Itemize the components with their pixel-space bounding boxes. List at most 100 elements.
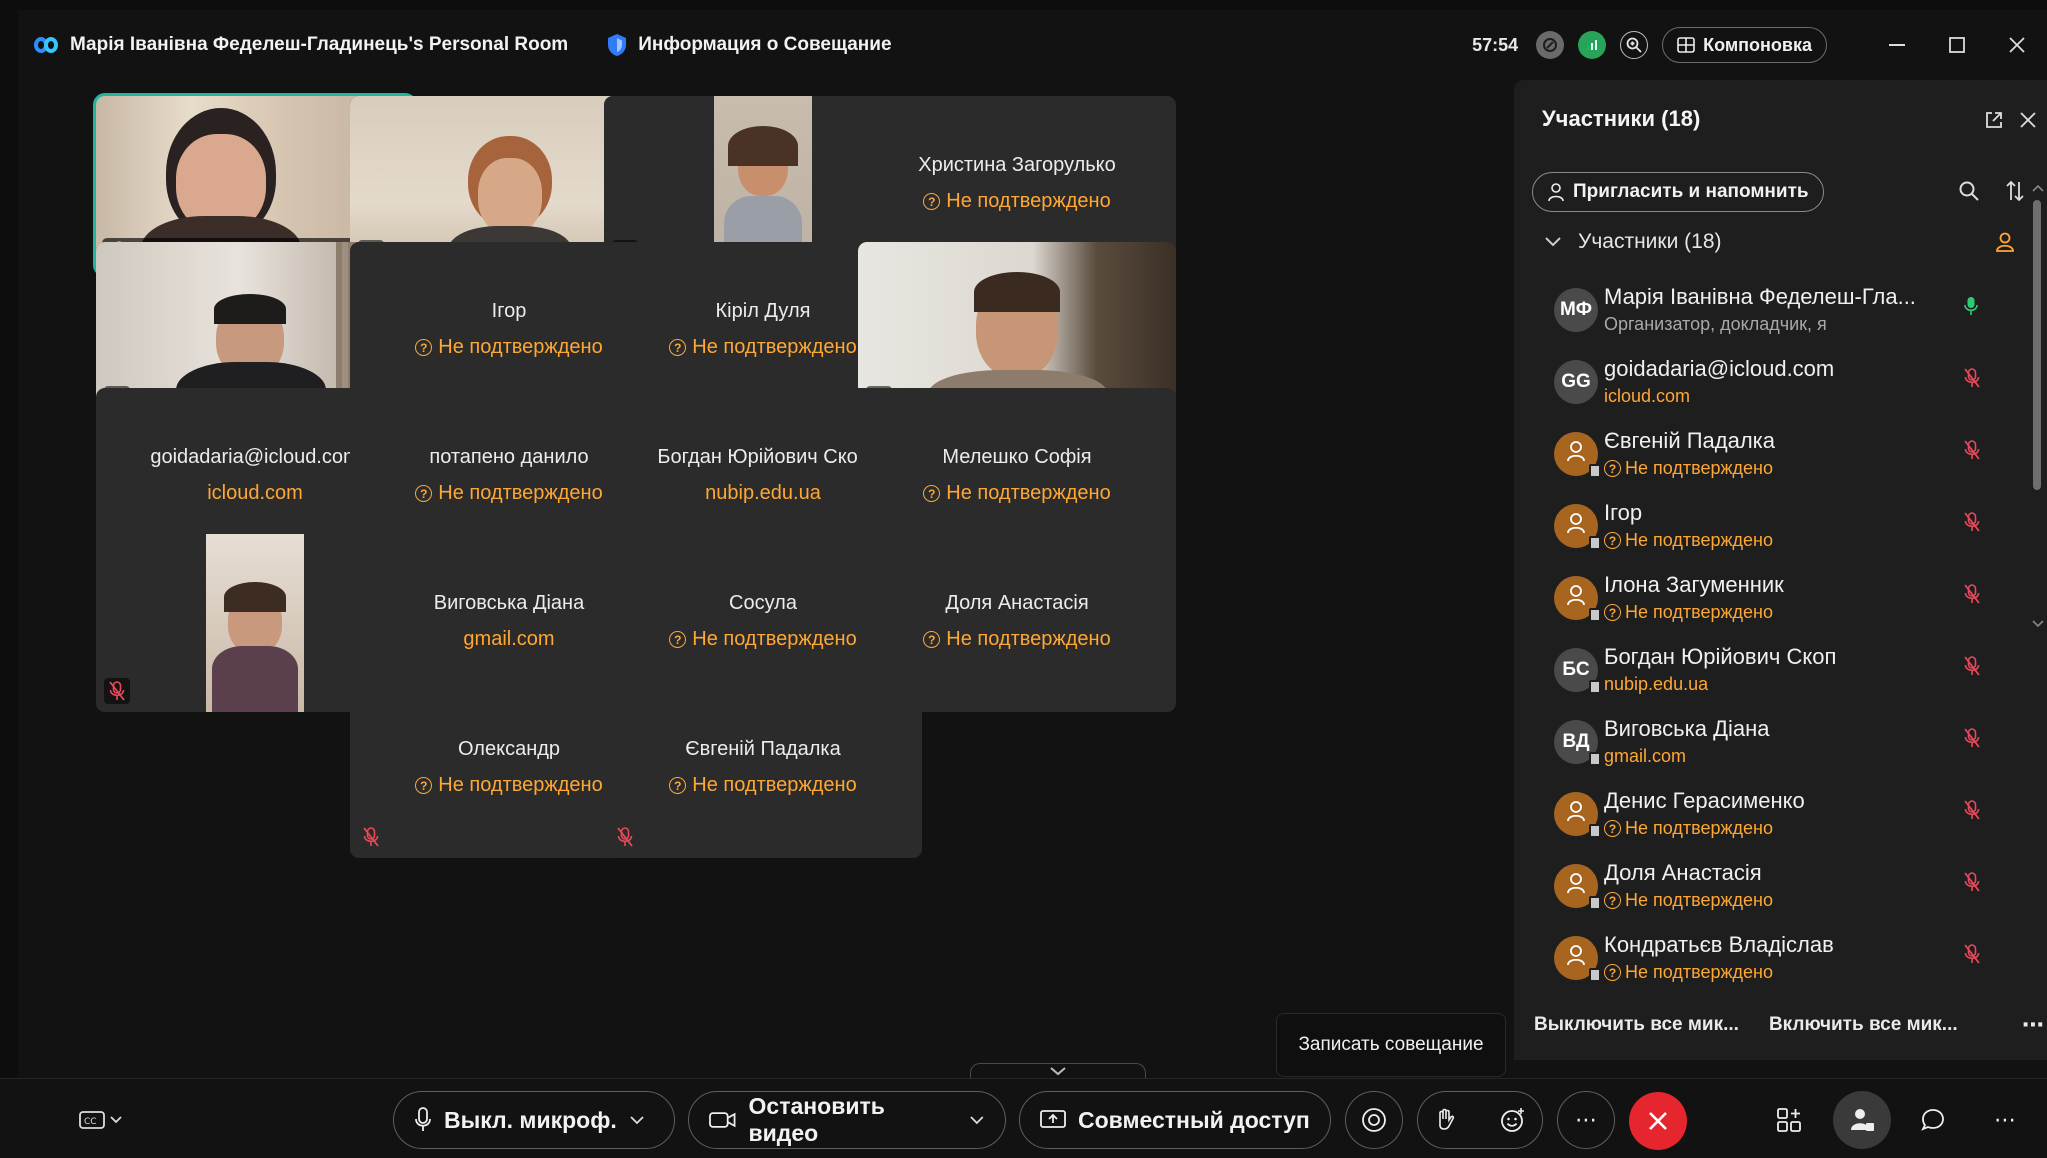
chat-icon bbox=[1921, 1109, 1944, 1131]
question-icon: ? bbox=[1604, 532, 1621, 549]
muted-mic-icon bbox=[104, 678, 130, 704]
participant-status-text: Не подтверждено bbox=[1625, 962, 1774, 982]
participants-scrollbar[interactable] bbox=[2033, 200, 2041, 612]
video-tile[interactable]: Євгеній Падалка? Не подтверждено bbox=[604, 680, 922, 858]
device-icon bbox=[1589, 680, 1601, 694]
scrollbar-thumb[interactable] bbox=[2033, 200, 2041, 490]
question-icon: ? bbox=[1604, 460, 1621, 477]
participants-section-header[interactable]: Участники (18) bbox=[1544, 230, 1722, 254]
mute-button[interactable]: Выкл. микроф. bbox=[393, 1091, 675, 1149]
muted-mic-icon[interactable] bbox=[1964, 656, 1984, 680]
participant-row[interactable]: Ілона Загуменник? Не подтверждено bbox=[1514, 566, 2034, 638]
participant-name: Ілона Загуменник bbox=[1604, 572, 1784, 597]
muted-mic-icon[interactable] bbox=[1964, 944, 1984, 968]
person-icon bbox=[1565, 943, 1587, 973]
participant-status-text: Не подтверждено bbox=[1625, 530, 1774, 550]
tile-name: Мелешко Софія bbox=[942, 446, 1092, 468]
stop-video-button[interactable]: Остановить видео bbox=[688, 1091, 1006, 1149]
meeting-info-link[interactable]: Информация о Совещание bbox=[638, 34, 891, 56]
close-window-button[interactable] bbox=[1987, 10, 2047, 80]
shield-icon[interactable] bbox=[606, 33, 628, 57]
invite-remind-button[interactable]: Пригласить и напомнить bbox=[1532, 172, 1824, 212]
unmute-all-button[interactable]: Включить все мик... bbox=[1769, 1014, 1958, 1036]
device-icon bbox=[1589, 968, 1601, 982]
more-options-icon[interactable]: ⋯ bbox=[2022, 1012, 2044, 1038]
device-icon bbox=[1589, 608, 1601, 622]
close-icon bbox=[2009, 37, 2025, 53]
question-icon: ? bbox=[415, 339, 433, 356]
more-menu-button[interactable]: ⋯ bbox=[1976, 1091, 2034, 1149]
chevron-down-icon[interactable] bbox=[969, 1115, 985, 1125]
minimize-button[interactable] bbox=[1867, 10, 1927, 80]
svg-text:CC: CC bbox=[84, 1117, 97, 1127]
muted-mic-icon[interactable] bbox=[1964, 512, 1984, 536]
more-actions-button[interactable]: ⋯ bbox=[1557, 1091, 1615, 1149]
zoom-icon[interactable] bbox=[1620, 31, 1649, 59]
participant-row[interactable]: Євгеній Падалка? Не подтверждено bbox=[1514, 422, 2034, 494]
record-icon bbox=[1362, 1108, 1386, 1132]
layout-label: Компоновка bbox=[1703, 34, 1812, 55]
share-button[interactable]: Совместный доступ bbox=[1019, 1091, 1331, 1149]
participants-button[interactable] bbox=[1833, 1091, 1891, 1149]
tile-status-text: Не подтверждено bbox=[438, 336, 603, 358]
muted-mic-icon[interactable] bbox=[1964, 800, 1984, 824]
raise-hand-icon[interactable] bbox=[1435, 1108, 1455, 1132]
mute-label: Выкл. микроф. bbox=[444, 1106, 617, 1133]
muted-mic-icon[interactable] bbox=[1964, 872, 1984, 896]
avatar bbox=[1554, 792, 1601, 838]
participant-row[interactable]: Денис Герасименко? Не подтверждено bbox=[1514, 782, 2034, 854]
connection-icon[interactable] bbox=[1536, 31, 1565, 59]
end-meeting-button[interactable] bbox=[1629, 1092, 1687, 1150]
participant-row[interactable]: Доля Анастасія? Не подтверждено bbox=[1514, 854, 2034, 926]
tile-status-text: gmail.com bbox=[463, 628, 555, 650]
chat-button[interactable] bbox=[1904, 1091, 1962, 1149]
participant-row[interactable]: GG goidadaria@icloud.com icloud.com bbox=[1514, 350, 2034, 422]
participant-status-text: nubip.edu.ua bbox=[1604, 674, 1709, 694]
emoji-reaction-icon[interactable] bbox=[1500, 1107, 1526, 1133]
muted-mic-icon[interactable] bbox=[1964, 728, 1984, 752]
apps-button[interactable] bbox=[1760, 1091, 1818, 1149]
avatar-initials: МФ bbox=[1559, 299, 1593, 320]
muted-mic-icon bbox=[358, 824, 384, 850]
microphone-on-icon[interactable] bbox=[1964, 296, 1984, 320]
participants-list: МФ Марія Іванівна Феделеш-Гла... Организат… bbox=[1514, 278, 2034, 998]
muted-mic-icon[interactable] bbox=[1964, 584, 1984, 608]
tile-name: Христина Загорулько bbox=[918, 154, 1116, 176]
maximize-button[interactable] bbox=[1927, 10, 1987, 80]
search-icon[interactable] bbox=[1958, 180, 1980, 202]
question-icon: ? bbox=[415, 485, 433, 502]
apps-icon bbox=[1777, 1108, 1801, 1132]
scroll-down-icon[interactable] bbox=[2032, 620, 2044, 628]
participant-row[interactable]: ВД Виговська Діана gmail.com bbox=[1514, 710, 2034, 782]
question-icon: ? bbox=[923, 485, 941, 502]
share-screen-icon bbox=[1040, 1110, 1066, 1128]
participant-row[interactable]: МФ Марія Іванівна Феделеш-Гла... Организат… bbox=[1514, 278, 2034, 350]
chevron-down-icon[interactable] bbox=[629, 1115, 645, 1125]
avatar: БС bbox=[1554, 648, 1601, 694]
network-health-icon[interactable] bbox=[1578, 31, 1607, 59]
participant-status: ? Не подтверждено bbox=[1604, 962, 1773, 983]
participant-status: icloud.com bbox=[1604, 386, 1690, 407]
participant-status-text: Не подтверждено bbox=[1625, 890, 1774, 910]
captions-button[interactable]: CC bbox=[60, 1091, 140, 1149]
participant-row[interactable]: Ігор? Не подтверждено bbox=[1514, 494, 2034, 566]
pop-out-icon[interactable] bbox=[1984, 110, 2004, 130]
muted-mic-icon[interactable] bbox=[1964, 440, 1984, 464]
muted-mic-icon[interactable] bbox=[1964, 368, 1984, 392]
participant-row[interactable]: Кондратьєв Владіслав? Не подтверждено bbox=[1514, 926, 2034, 998]
close-panel-icon[interactable] bbox=[2019, 111, 2037, 129]
question-icon: ? bbox=[923, 193, 941, 210]
participant-name: Доля Анастасія bbox=[1604, 860, 1762, 885]
captions-icon: CC bbox=[79, 1111, 122, 1129]
avatar-initials: ВД bbox=[1562, 731, 1590, 752]
scroll-up-icon[interactable] bbox=[2032, 184, 2044, 192]
sort-icon[interactable] bbox=[2004, 179, 2026, 203]
avatar bbox=[1554, 864, 1601, 910]
participant-name: Ігор bbox=[1604, 500, 1643, 525]
tile-status-text: Не подтверждено bbox=[692, 336, 857, 358]
layout-button[interactable]: Компоновка bbox=[1662, 27, 1827, 63]
mute-all-button[interactable]: Выключить все мик... bbox=[1534, 1014, 1739, 1036]
participant-row[interactable]: БС Богдан Юрійович Скоп nubip.edu.ua bbox=[1514, 638, 2034, 710]
question-icon: ? bbox=[1604, 604, 1621, 621]
record-button[interactable] bbox=[1345, 1091, 1403, 1149]
